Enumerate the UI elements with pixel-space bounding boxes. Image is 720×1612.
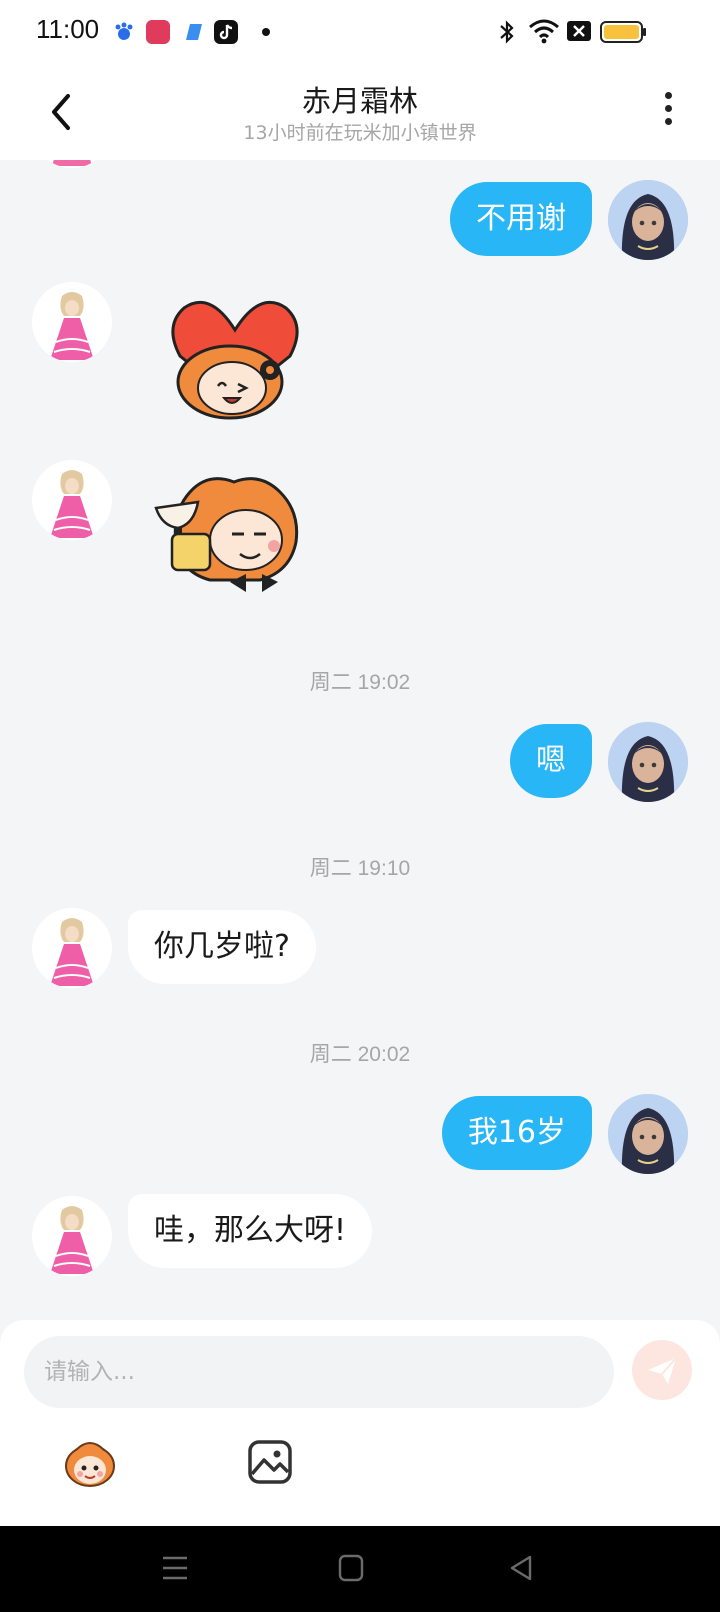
my-avatar[interactable] (608, 722, 688, 802)
emoji-sticker-button[interactable] (62, 1438, 118, 1490)
message-bubble-outgoing[interactable]: 嗯 (510, 724, 592, 798)
message-row: 不用谢 (0, 180, 720, 260)
status-bar: 11:00 (0, 0, 720, 64)
timestamp: 周二 19:02 (309, 671, 411, 694)
toast-sticker[interactable] (150, 472, 320, 622)
timestamp: 周二 19:10 (309, 857, 411, 880)
message-bubble-outgoing[interactable]: 不用谢 (450, 182, 592, 256)
avatar (32, 160, 112, 168)
message-input[interactable] (24, 1336, 614, 1408)
page-title: 赤月霜林 (301, 84, 418, 118)
blue-app-icon (182, 20, 206, 44)
my-avatar[interactable] (608, 1094, 688, 1174)
my-avatar[interactable] (608, 180, 688, 260)
contact-avatar[interactable] (32, 460, 112, 540)
timestamp: 周二 20:02 (309, 1043, 411, 1066)
image-icon (248, 1440, 292, 1484)
send-icon (648, 1357, 677, 1384)
heart-holding-sticker[interactable] (150, 290, 320, 440)
message-row: 嗯 (0, 722, 720, 802)
message-bubble-incoming[interactable]: 哇，那么大呀! (128, 1194, 373, 1268)
chat-message-list[interactable]: 不用谢 周二 19:02 嗯 周二 19:10 你几岁啦? 周二 20:02 我… (0, 160, 720, 1320)
baidu-icon (112, 20, 136, 44)
monkey-face-icon (65, 1442, 115, 1487)
presence-status: 13小时前在玩米加小镇世界 (243, 122, 477, 144)
message-row: 你几岁啦? (0, 908, 720, 988)
menu-icon[interactable] (162, 1554, 188, 1582)
image-picker-button[interactable] (246, 1438, 294, 1486)
home-icon[interactable] (338, 1554, 364, 1582)
system-navigation-bar (0, 1526, 720, 1612)
contact-avatar[interactable] (32, 908, 112, 988)
chat-header: 赤月霜林 13小时前在玩米加小镇世界 (0, 64, 720, 160)
tiktok-icon (214, 20, 238, 44)
notification-dot (262, 28, 270, 36)
message-row (0, 460, 720, 610)
send-button[interactable] (632, 1340, 692, 1400)
message-row: 哇，那么大呀! (0, 1194, 720, 1276)
more-dots-icon (664, 92, 672, 99)
sim-off-icon (567, 21, 591, 41)
message-row: 我16岁 (0, 1094, 720, 1174)
bluetooth-icon (500, 20, 514, 44)
battery-icon (600, 21, 646, 43)
wifi-icon (529, 19, 559, 44)
app-badge-icon (146, 20, 170, 44)
status-time: 11:00 (36, 14, 100, 44)
composer-panel (0, 1320, 720, 1526)
message-bubble-incoming[interactable]: 你几岁啦? (128, 910, 316, 984)
back-nav-icon[interactable] (508, 1554, 534, 1582)
message-bubble-outgoing[interactable]: 我16岁 (441, 1096, 592, 1170)
message-row (0, 280, 720, 440)
contact-avatar[interactable] (32, 282, 112, 362)
contact-avatar[interactable] (32, 1196, 112, 1276)
more-options-button[interactable] (660, 92, 676, 132)
